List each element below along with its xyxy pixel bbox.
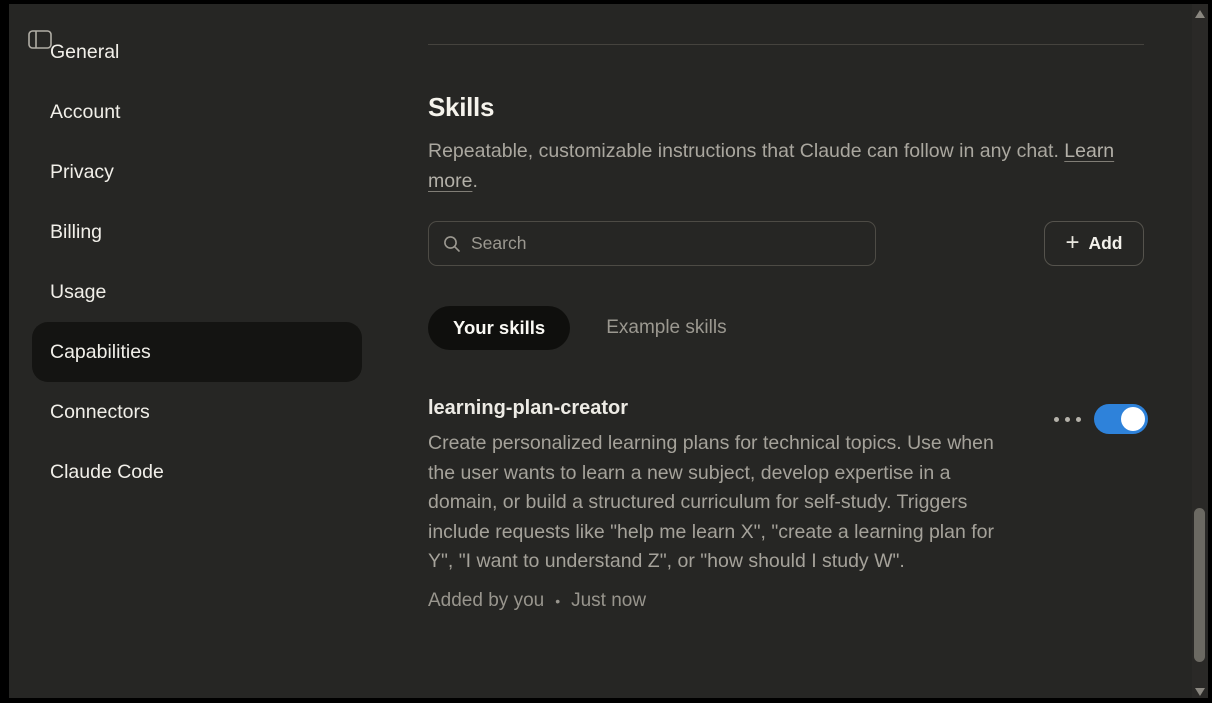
skill-more-options-button[interactable]: [1048, 411, 1087, 428]
section-divider: [428, 44, 1144, 45]
vertical-scrollbar[interactable]: [1192, 4, 1208, 698]
skill-card: learning-plan-creator Create personalize…: [428, 395, 1008, 612]
sidebar-menu: General Account Privacy Billing Usage Ca…: [9, 22, 428, 502]
plus-icon: +: [1065, 231, 1079, 255]
sidebar-item-billing[interactable]: Billing: [32, 202, 362, 262]
skill-description: Create personalized learning plans for t…: [428, 429, 1003, 577]
sidebar-item-usage[interactable]: Usage: [32, 262, 362, 322]
settings-window: General Account Privacy Billing Usage Ca…: [9, 4, 1208, 698]
search-and-add-row: + Add: [428, 221, 1144, 266]
add-button-label: Add: [1088, 233, 1122, 254]
scroll-up-arrow-icon[interactable]: [1195, 10, 1205, 18]
sidebar-item-connectors[interactable]: Connectors: [32, 382, 362, 442]
sidebar-item-account[interactable]: Account: [32, 82, 362, 142]
skill-name: learning-plan-creator: [428, 395, 1008, 421]
tab-your-skills[interactable]: Your skills: [428, 306, 570, 350]
scrollbar-thumb[interactable]: [1194, 508, 1205, 662]
sidebar-item-privacy[interactable]: Privacy: [32, 142, 362, 202]
search-field-container[interactable]: [428, 221, 876, 266]
scroll-down-arrow-icon[interactable]: [1195, 688, 1205, 696]
ellipsis-icon: [1054, 417, 1059, 422]
skills-tabs: Your skills Example skills: [428, 306, 727, 350]
sidebar-item-capabilities[interactable]: Capabilities: [32, 322, 362, 382]
skills-description: Repeatable, customizable instructions th…: [428, 136, 1118, 196]
sidebar-item-claude-code[interactable]: Claude Code: [32, 442, 362, 502]
search-input[interactable]: [471, 233, 861, 254]
tab-example-skills[interactable]: Example skills: [606, 317, 726, 339]
skill-meta: Added by you • Just now: [428, 590, 1008, 612]
skills-description-period: .: [472, 170, 477, 192]
skills-description-text: Repeatable, customizable instructions th…: [428, 140, 1064, 162]
page-title: Skills: [428, 92, 494, 123]
skill-enabled-toggle[interactable]: [1094, 404, 1148, 434]
search-icon: [443, 235, 461, 253]
toggle-knob: [1121, 407, 1145, 431]
skill-added-by: Added by you: [428, 590, 544, 612]
settings-sidebar: General Account Privacy Billing Usage Ca…: [9, 4, 428, 698]
skill-timestamp: Just now: [571, 590, 646, 612]
add-skill-button[interactable]: + Add: [1044, 221, 1144, 266]
sidebar-item-general[interactable]: General: [32, 22, 362, 82]
skills-panel: Skills Repeatable, customizable instruct…: [428, 4, 1144, 698]
meta-separator-dot: •: [555, 593, 560, 609]
